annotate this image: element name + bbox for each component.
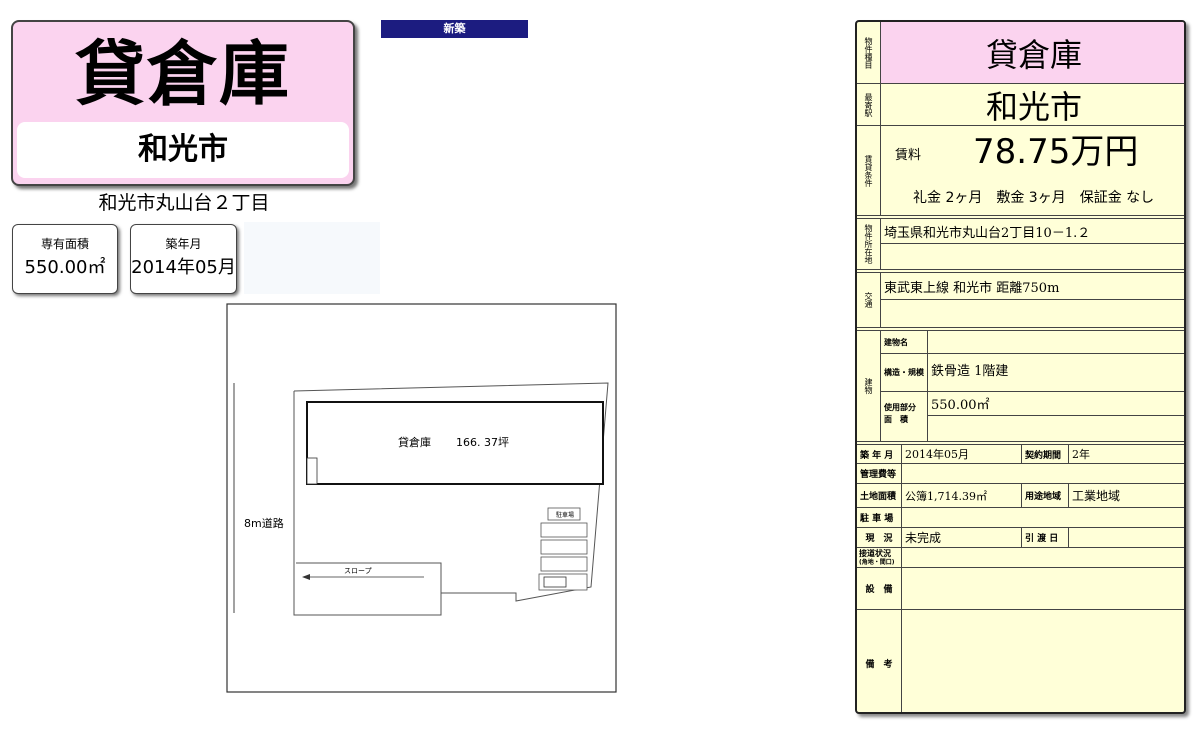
zoning-value: 工業地域 bbox=[1069, 484, 1184, 508]
slope-label: スロープ bbox=[344, 567, 372, 575]
parking-label: 駐車場 bbox=[556, 511, 574, 519]
type-label: 物件種目 bbox=[857, 22, 881, 84]
bname-value bbox=[928, 330, 1184, 354]
built-value: 2014年05月 bbox=[131, 257, 236, 278]
bname-label: 建物名 bbox=[881, 330, 928, 354]
facility-value bbox=[902, 568, 1184, 610]
land-value: 公簿1,714.39㎡ bbox=[902, 484, 1022, 508]
parking-value bbox=[902, 508, 1184, 528]
parking-space-3 bbox=[540, 539, 588, 555]
new-build-banner: 新築 bbox=[381, 20, 528, 38]
road-label-2: (角地・間口) bbox=[859, 559, 895, 566]
usearea-label-1: 使用部分 bbox=[884, 403, 916, 412]
land-label: 土地面積 bbox=[857, 484, 902, 508]
parking-space-2 bbox=[540, 522, 588, 538]
handover-value bbox=[1069, 528, 1184, 548]
terms-label: 賃貸条件 bbox=[857, 126, 881, 216]
area-label: 専有面積 bbox=[40, 237, 89, 251]
rent-value: 78.75万円 bbox=[973, 132, 1139, 172]
deposit-line: 礼金 2ヶ月 敷金 3ヶ月 保証金 なし bbox=[881, 178, 1184, 216]
structure-label: 構造・規模 bbox=[881, 354, 928, 392]
transport-label: 交通 bbox=[857, 272, 881, 328]
handover-label: 引 渡 日 bbox=[1022, 528, 1069, 548]
warehouse-area: 166. 37坪 bbox=[456, 436, 509, 449]
transport-blank bbox=[881, 300, 1184, 328]
status-label: 現 況 bbox=[857, 528, 902, 548]
location-label: 物件所在地 bbox=[857, 218, 881, 270]
property-type-title: 貸倉庫 bbox=[75, 33, 291, 115]
usearea-blank bbox=[928, 416, 1184, 442]
mgmt-label: 管理費等 bbox=[857, 464, 902, 484]
area-value: 550.00㎡ bbox=[24, 257, 106, 278]
contract-value: 2年 bbox=[1069, 444, 1184, 464]
warehouse-outline bbox=[306, 401, 604, 485]
built-row-label: 築 年 月 bbox=[857, 444, 902, 464]
location-blank bbox=[881, 244, 1184, 270]
remarks-value bbox=[902, 610, 1184, 712]
warehouse-label: 貸倉庫 bbox=[398, 435, 431, 449]
city-subtitle: 和光市 bbox=[17, 122, 349, 178]
floor-plan: 貸倉庫 166. 37坪 8m道路 スロープ 駐車場 bbox=[226, 303, 617, 693]
road-label-cell: 接道状況 (角地・間口) bbox=[857, 548, 902, 568]
building-label: 建物 bbox=[857, 330, 881, 442]
plan-frame bbox=[226, 303, 617, 693]
built-label: 築年月 bbox=[165, 237, 202, 251]
built-box: 築年月 2014年05月 bbox=[130, 224, 237, 294]
rent-label: 賃料 bbox=[895, 148, 922, 163]
contract-label: 契約期間 bbox=[1022, 444, 1069, 464]
area-box: 専有面積 550.00㎡ bbox=[12, 224, 118, 294]
rent-cell: 賃料 78.75万円 bbox=[881, 126, 1184, 178]
parking-space-4 bbox=[540, 556, 588, 572]
zoning-label: 用途地域 bbox=[1022, 484, 1069, 508]
type-value: 貸倉庫 bbox=[881, 22, 1184, 84]
location-value: 埼玉県和光市丸山台2丁目10－1.２ bbox=[881, 218, 1184, 244]
blank-panel bbox=[244, 222, 380, 294]
usearea-label-cell: 使用部分 面 積 bbox=[881, 392, 928, 442]
parking-label: 駐 車 場 bbox=[857, 508, 902, 528]
station-value: 和光市 bbox=[881, 84, 1184, 126]
warehouse-office bbox=[306, 457, 318, 485]
property-data-sheet: 物件種目 貸倉庫 最寄駅 和光市 賃貸条件 賃料 78.75万円 礼金 2ヶ月 … bbox=[855, 20, 1186, 714]
usearea-value: 550.00㎡ bbox=[928, 392, 1184, 416]
parked-car bbox=[543, 576, 567, 588]
road-label: 8m道路 bbox=[244, 516, 284, 530]
title-card: 貸倉庫 和光市 bbox=[11, 20, 355, 186]
remarks-label: 備 考 bbox=[857, 610, 902, 712]
usearea-label-2: 面 積 bbox=[884, 415, 908, 424]
road-value bbox=[902, 548, 1184, 568]
status-value: 未完成 bbox=[902, 528, 1022, 548]
address-text: 和光市丸山台２丁目 bbox=[98, 192, 270, 214]
mgmt-value bbox=[902, 464, 1184, 484]
road-label-1: 接道状況 bbox=[859, 549, 891, 558]
built-row-value: 2014年05月 bbox=[902, 444, 1022, 464]
station-label: 最寄駅 bbox=[857, 84, 881, 126]
facility-label: 設 備 bbox=[857, 568, 902, 610]
transport-value: 東武東上線 和光市 距離750m bbox=[881, 272, 1184, 300]
structure-value: 鉄骨造 1階建 bbox=[928, 354, 1184, 392]
